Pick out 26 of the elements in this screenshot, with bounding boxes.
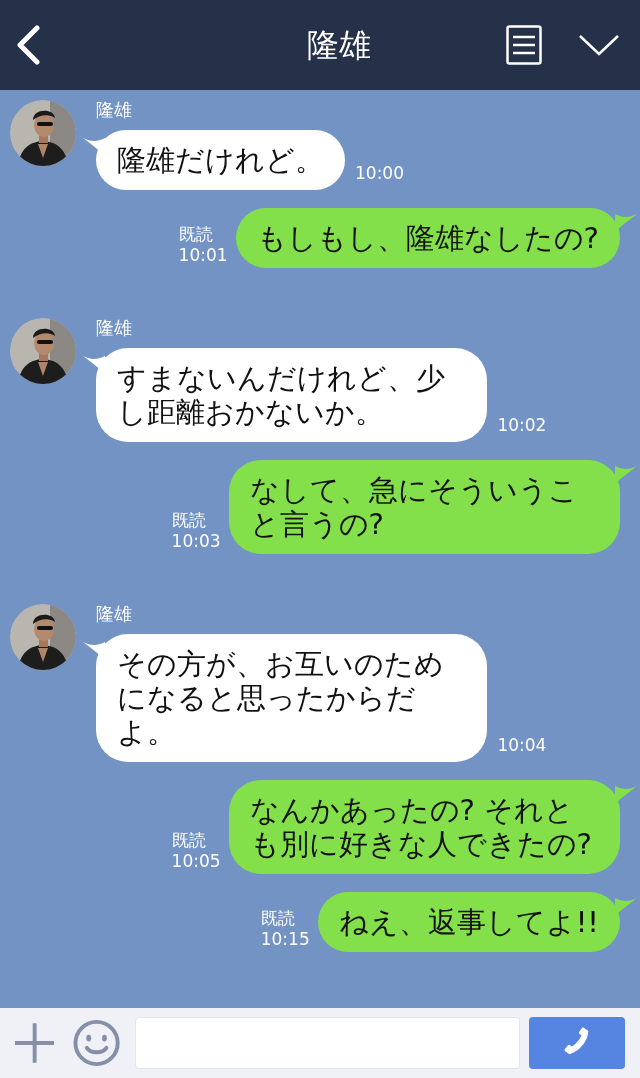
message-time: 10:05: [171, 851, 221, 872]
message-time: 10:03: [171, 531, 221, 552]
bubble-tail: [615, 896, 637, 916]
message-time: 10:01: [178, 245, 228, 266]
read-receipt: 既読: [260, 908, 295, 929]
sender-name: 隆雄: [96, 316, 133, 340]
message-time: 10:15: [260, 929, 310, 950]
message-time: 10:04: [497, 733, 547, 757]
message-time: 10:00: [355, 161, 404, 185]
read-receipt: 既読: [178, 224, 213, 245]
read-receipt: 既読: [171, 830, 206, 851]
chevron-down-icon[interactable]: [578, 33, 620, 57]
bubble-tail: [615, 784, 637, 804]
message-time: 10:02: [497, 413, 547, 437]
chat-title: 隆雄: [306, 25, 371, 66]
back-icon[interactable]: [15, 25, 41, 65]
message-input[interactable]: [135, 1017, 520, 1069]
plus-icon[interactable]: [15, 1023, 55, 1063]
notes-icon[interactable]: [506, 25, 542, 65]
call-button[interactable]: [528, 1017, 625, 1069]
smiley-icon[interactable]: [73, 1019, 121, 1067]
bubble-tail: [615, 212, 637, 232]
read-receipt: 既読: [171, 510, 206, 531]
bubble-tail: [615, 464, 637, 484]
sender-name: 隆雄: [96, 98, 133, 122]
sender-name: 隆雄: [96, 602, 133, 626]
